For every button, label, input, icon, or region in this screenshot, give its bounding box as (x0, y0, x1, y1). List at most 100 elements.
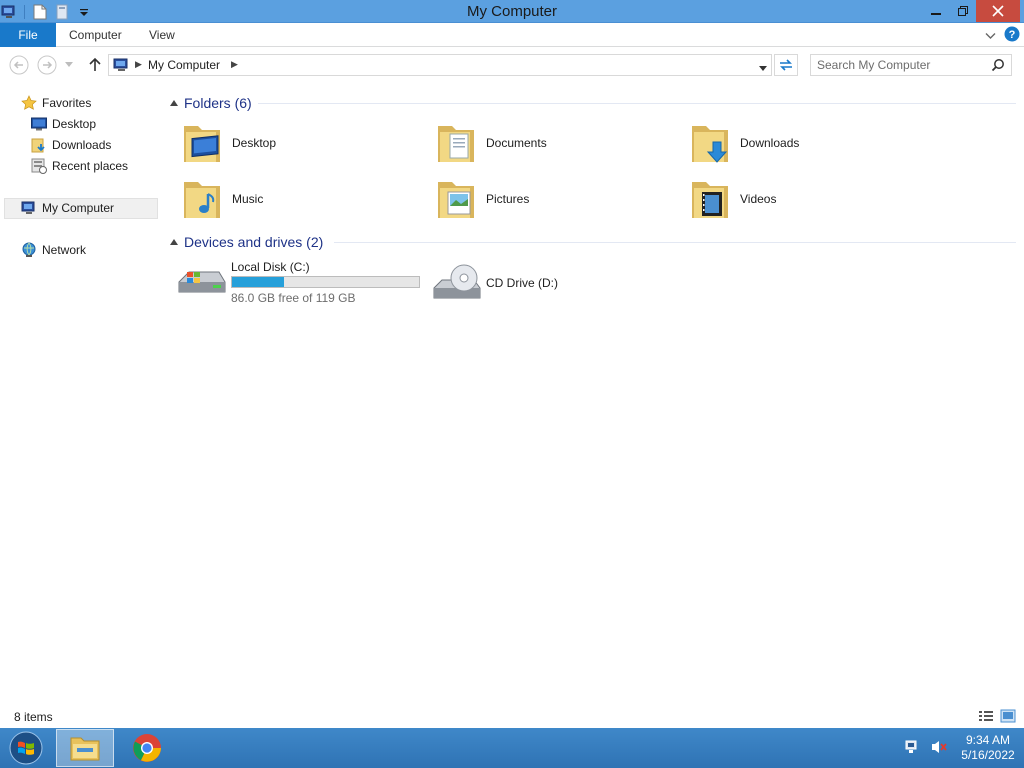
navigation-pane: Favorites Desktop Downloads Recent place… (0, 82, 160, 702)
ribbon-tabs: File Computer View ? (0, 23, 1024, 47)
system-tray: 9:34 AM 5/16/2022 (904, 732, 1018, 764)
drive-name: Local Disk (C:) (231, 260, 310, 274)
collapse-triangle-icon[interactable] (170, 239, 178, 245)
devices-group-label: Devices and drives (2) (184, 234, 324, 250)
start-button[interactable] (6, 730, 46, 766)
ribbon-right-controls: ? (985, 26, 1020, 45)
folder-tile-pictures[interactable]: Pictures (424, 174, 654, 226)
breadcrumb-chevron-icon[interactable]: ▶ (135, 59, 142, 70)
nav-favorites-label: Favorites (42, 96, 92, 110)
search-box[interactable] (810, 54, 1012, 76)
address-bar[interactable]: ▶ My Computer ▶ (108, 54, 772, 76)
nav-network[interactable]: Network (20, 240, 86, 260)
clock-time: 9:34 AM (965, 733, 1011, 747)
nav-my-computer-label: My Computer (42, 201, 115, 215)
videos-folder-icon (692, 182, 728, 218)
devices-group-header[interactable]: Devices and drives (2) (168, 233, 323, 251)
search-input[interactable] (817, 57, 987, 73)
taskbar-chrome[interactable] (118, 729, 176, 767)
address-dropdown-button[interactable] (759, 61, 767, 75)
folder-tile-music[interactable]: Music (170, 174, 400, 226)
star-icon (20, 95, 38, 111)
file-explorer-icon (70, 737, 100, 761)
back-arrow-icon (9, 55, 29, 75)
tab-file[interactable]: File (0, 23, 56, 47)
clock-date: 5/16/2022 (961, 748, 1015, 762)
nav-network-label: Network (42, 243, 87, 257)
up-arrow-icon (89, 57, 101, 71)
forward-button[interactable] (36, 54, 58, 76)
minimize-button[interactable] (922, 0, 950, 22)
cd-drive-icon (433, 264, 481, 299)
expand-ribbon-icon[interactable] (985, 29, 996, 43)
up-button[interactable] (84, 54, 106, 76)
folder-name: Desktop (232, 136, 277, 150)
close-button[interactable] (976, 0, 1020, 22)
folder-name: Pictures (486, 192, 530, 206)
nav-favorite-label: Downloads (52, 138, 112, 152)
taskbar: 9:34 AM 5/16/2022 (0, 728, 1024, 768)
folder-name: Downloads (740, 136, 800, 150)
large-icons-view-icon[interactable] (1000, 709, 1016, 726)
group-divider (334, 242, 1016, 243)
refresh-icon (780, 59, 792, 71)
network-icon (20, 242, 38, 258)
folder-name: Videos (740, 192, 777, 206)
taskbar-clock[interactable]: 9:34 AM 5/16/2022 (958, 733, 1018, 763)
music-folder-icon (184, 182, 220, 218)
folders-group-label: Folders (6) (184, 95, 252, 111)
nav-favorites[interactable]: Favorites (20, 93, 91, 113)
nav-favorite-recent-places[interactable]: Recent places (30, 156, 128, 176)
drive-capacity-bar (231, 276, 420, 288)
computer-icon (113, 58, 131, 75)
nav-my-computer[interactable]: My Computer (20, 198, 114, 218)
windows-orb-icon (9, 731, 43, 765)
downloads-folder-icon (692, 126, 728, 163)
forward-arrow-icon (37, 55, 57, 75)
folder-tile-downloads[interactable]: Downloads (678, 118, 908, 170)
navigation-bar: ▶ My Computer ▶ (0, 48, 1024, 82)
recent-locations-button[interactable] (62, 54, 76, 76)
hard-drive-icon (178, 271, 226, 293)
nav-favorite-label: Recent places (52, 159, 129, 173)
network-tray-icon[interactable] (904, 739, 922, 758)
view-buttons (978, 709, 1016, 726)
nav-favorite-downloads[interactable]: Downloads (30, 135, 111, 155)
folders-group-header[interactable]: Folders (6) (168, 94, 252, 112)
desktop-folder-icon (184, 126, 220, 162)
restore-button[interactable] (950, 0, 976, 22)
tab-computer[interactable]: Computer (69, 23, 122, 47)
folder-tile-videos[interactable]: Videos (678, 174, 908, 226)
drive-tile-cd-drive-d[interactable]: CD Drive (D:) (424, 256, 624, 312)
help-icon[interactable]: ? (1004, 26, 1020, 45)
folder-tile-documents[interactable]: Documents (424, 118, 654, 170)
volume-muted-icon[interactable] (930, 739, 948, 758)
breadcrumb-chevron-icon[interactable]: ▶ (231, 59, 238, 70)
tab-view[interactable]: View (149, 23, 175, 47)
taskbar-file-explorer[interactable] (56, 729, 114, 767)
drive-name: CD Drive (D:) (486, 276, 558, 290)
drive-tile-local-disk-c[interactable]: Local Disk (C:) 86.0 GB free of 119 GB (169, 254, 425, 310)
nav-favorite-label: Desktop (52, 117, 97, 131)
back-button[interactable] (8, 54, 30, 76)
search-icon[interactable] (991, 58, 1005, 75)
desktop-icon (30, 116, 48, 132)
pictures-folder-icon (438, 182, 474, 218)
svg-text:?: ? (1009, 29, 1016, 41)
item-count: 8 items (14, 710, 53, 724)
refresh-button[interactable] (774, 54, 798, 76)
group-divider (258, 103, 1016, 104)
breadcrumb-location[interactable]: My Computer (148, 58, 220, 72)
folder-name: Documents (486, 136, 547, 150)
folder-tile-desktop[interactable]: Desktop (170, 118, 400, 170)
chrome-icon (133, 734, 161, 762)
downloads-folder-icon (30, 137, 48, 153)
computer-icon (20, 200, 38, 216)
nav-favorite-desktop[interactable]: Desktop (30, 114, 96, 134)
close-icon (992, 5, 1004, 17)
window-title: My Computer (466, 3, 558, 20)
title-bar[interactable]: My Computer (0, 0, 1024, 23)
details-view-icon[interactable] (978, 709, 994, 726)
drive-capacity-fill (232, 277, 284, 287)
collapse-triangle-icon[interactable] (170, 100, 178, 106)
